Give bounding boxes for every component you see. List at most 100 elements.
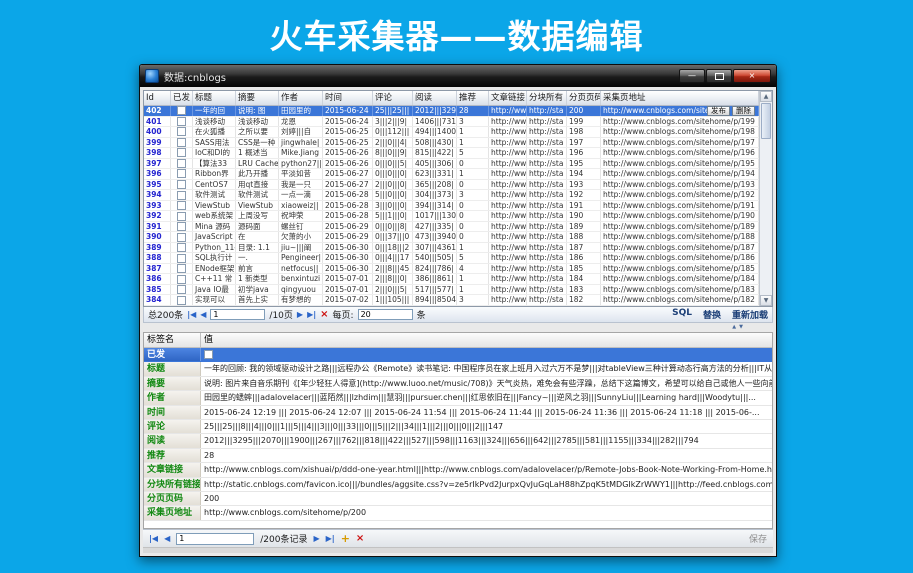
table-row[interactable]: 395 CentOS7 用qt直接 我是一只 2015-06-27 2|||0|… [144, 180, 759, 191]
first-record-icon[interactable]: |◀ [149, 534, 158, 543]
delete-record-icon[interactable]: × [356, 534, 364, 544]
published-checkbox[interactable] [177, 159, 186, 168]
close-button[interactable]: × [733, 69, 771, 83]
form-row[interactable]: 分页页码 200 [144, 492, 772, 506]
scroll-down-icon[interactable]: ▼ [760, 295, 772, 306]
published-checkbox[interactable] [177, 296, 186, 305]
table-row[interactable]: 385 Java IO最 初学java qingyuou 2015-07-01 … [144, 285, 759, 296]
form-field-value[interactable]: 2012|||3295|||2070|||1900|||267|||762|||… [201, 434, 772, 447]
published-checkbox[interactable] [177, 106, 186, 115]
reload-link[interactable]: 重新加载 [732, 308, 768, 321]
published-checkbox[interactable] [177, 169, 186, 178]
column-header-id[interactable]: Id [144, 91, 171, 105]
form-field-value[interactable]: http://www.cnblogs.com/xishuai/p/ddd-one… [201, 463, 772, 476]
table-row[interactable]: 392 web系统架 上周没写 祝坤荣 2015-06-28 5|||1|||0… [144, 211, 759, 222]
published-checkbox[interactable] [177, 222, 186, 231]
first-page-icon[interactable]: |◀ [187, 310, 196, 319]
minimize-button[interactable]: — [679, 69, 705, 83]
form-row[interactable]: 摘要 说明: 图片来自音乐期刊《[年少轻狂人得意](http://www.luo… [144, 377, 772, 391]
scroll-up-icon[interactable]: ▲ [760, 91, 772, 102]
table-row[interactable]: 397 【算法33 LRU Cache python27|| 2015-06-2… [144, 159, 759, 170]
form-field-value[interactable]: http://www.cnblogs.com/sitehome/p/200 [201, 506, 772, 519]
published-checkbox[interactable] [177, 254, 186, 263]
column-header-reads[interactable]: 阅读 [413, 91, 457, 105]
table-row[interactable]: 396 Ribbon界 此乃开播 平淡如昔 2015-06-27 0|||0||… [144, 169, 759, 180]
sql-link[interactable]: SQL [672, 308, 692, 321]
form-field-value[interactable]: 200 [201, 492, 772, 505]
form-row[interactable]: 推荐 28 [144, 449, 772, 463]
published-checkbox[interactable] [177, 264, 186, 273]
publish-button[interactable]: 发布 [707, 106, 730, 116]
column-header-page-number[interactable]: 分页页码 [567, 91, 601, 105]
table-row[interactable]: 399 SASS用法 CSS是一种 jingwhale| 2015-06-25 … [144, 138, 759, 149]
scrollbar-track[interactable] [760, 140, 772, 295]
splitter-down-icon[interactable]: ▼ [739, 324, 743, 331]
table-row[interactable]: 402 一年的回 说明: 图 田园里的 2015-06-24 25|||25||… [144, 106, 759, 117]
per-page-input[interactable] [358, 309, 413, 320]
previous-page-icon[interactable]: ◀ [200, 310, 206, 319]
column-header-collect-url[interactable]: 采集页地址 [601, 91, 759, 105]
form-field-value[interactable]: 说明: 图片来自音乐期刊《[年少轻狂人得意](http://www.luoo.n… [201, 377, 772, 390]
form-row[interactable]: 标题 一年的回顾: 我的领域驱动设计之路|||远程办公《Remote》读书笔记:… [144, 362, 772, 376]
last-page-icon[interactable]: ▶| [307, 310, 316, 319]
add-record-icon[interactable]: + [341, 534, 350, 544]
published-checkbox[interactable] [204, 350, 213, 359]
column-header-published[interactable]: 已发 [171, 91, 193, 105]
form-row[interactable]: 分块所有链接 http://static.cnblogs.com/favicon… [144, 478, 772, 492]
table-row[interactable]: 391 Mina 源码 源码面 螺丝钉 2015-06-29 0|||0|||8… [144, 222, 759, 233]
published-checkbox[interactable] [177, 117, 186, 126]
table-row[interactable]: 389 Python_11- 目录: 1.1 jiu~|||阐 2015-06-… [144, 243, 759, 254]
form-row[interactable]: 作者 田园里的蟋蟀|||adalovelacer|||蓝陌然|||lzhdim|… [144, 391, 772, 405]
published-checkbox[interactable] [177, 148, 186, 157]
column-header-summary[interactable]: 摘要 [236, 91, 279, 105]
table-row[interactable]: 386 C++11 常 1 新类型 benxintuzi 2015-07-01 … [144, 274, 759, 285]
published-checkbox[interactable] [177, 233, 186, 242]
table-row[interactable]: 398 IoC和DI的 1 概述当 Mike.Jiang 2015-06-26 … [144, 148, 759, 159]
form-field-value[interactable]: 2015-06-24 12:19 ||| 2015-06-24 12:07 ||… [201, 406, 772, 419]
column-header-title[interactable]: 标题 [193, 91, 236, 105]
column-header-author[interactable]: 作者 [279, 91, 323, 105]
published-checkbox[interactable] [177, 275, 186, 284]
form-row[interactable]: 文章链接 http://www.cnblogs.com/xishuai/p/dd… [144, 463, 772, 477]
table-row[interactable]: 384 实现可以 首先上实 有梦想的 2015-07-02 1|||105|||… [144, 295, 759, 306]
published-checkbox[interactable] [177, 212, 186, 221]
form-row-published[interactable]: 已发 [144, 348, 772, 362]
delete-row-button[interactable]: 删除 [732, 106, 755, 116]
previous-record-icon[interactable]: ◀ [164, 534, 170, 543]
form-field-value[interactable]: 田园里的蟋蟀|||adalovelacer|||蓝陌然|||lzhdim|||慧… [201, 391, 772, 404]
published-checkbox[interactable] [177, 138, 186, 147]
table-row[interactable]: 400 在火狐播 之所以要 刘婷|||自 2015-06-25 0|||112|… [144, 127, 759, 138]
table-row[interactable]: 387 ENode框架 前言 netfocus|| 2015-06-30 2||… [144, 264, 759, 275]
form-field-value[interactable]: http://static.cnblogs.com/favicon.ico|||… [201, 478, 772, 491]
published-checkbox[interactable] [177, 201, 186, 210]
published-checkbox[interactable] [177, 127, 186, 136]
form-field-value[interactable]: 25|||25|||8|||4|||0|||1|||5|||4|||3|||0|… [201, 420, 772, 433]
save-button[interactable]: 保存 [749, 532, 767, 545]
column-header-recommend[interactable]: 推荐 [457, 91, 489, 105]
grid-vertical-scrollbar[interactable]: ▲ ▼ [759, 91, 772, 306]
table-row[interactable]: 394 软件测试 软件测试 一点一滴 2015-06-28 5|||0|||0|… [144, 190, 759, 201]
published-checkbox[interactable] [177, 180, 186, 189]
column-header-article-link[interactable]: 文章链接 [489, 91, 527, 105]
record-number-input[interactable] [176, 533, 254, 545]
published-checkbox[interactable] [177, 243, 186, 252]
published-checkbox[interactable] [177, 191, 186, 200]
page-number-input[interactable] [210, 309, 265, 320]
column-header-block-links[interactable]: 分块所有 [527, 91, 567, 105]
column-header-comments[interactable]: 评论 [373, 91, 413, 105]
form-field-value[interactable]: 28 [201, 449, 772, 462]
form-row[interactable]: 评论 25|||25|||8|||4|||0|||1|||5|||4|||3||… [144, 420, 772, 434]
form-row[interactable]: 阅读 2012|||3295|||2070|||1900|||267|||762… [144, 434, 772, 448]
splitter-up-icon[interactable]: ▲ [732, 324, 736, 331]
replace-link[interactable]: 替换 [703, 308, 721, 321]
table-row[interactable]: 393 ViewStub ViewStub xiaoweiz|| 2015-06… [144, 201, 759, 212]
close-pager-icon[interactable]: × [320, 310, 328, 320]
scrollbar-thumb[interactable] [761, 103, 771, 139]
published-checkbox[interactable] [177, 285, 186, 294]
table-row[interactable]: 388 SQL执行计 一. Pengineer| 2015-06-30 0|||… [144, 253, 759, 264]
next-page-icon[interactable]: ▶ [297, 310, 303, 319]
form-field-value[interactable]: 一年的回顾: 我的领域驱动设计之路|||远程办公《Remote》读书笔记: 中国… [201, 362, 772, 375]
last-record-icon[interactable]: ▶| [326, 534, 335, 543]
table-row[interactable]: 390 JavaScript 在 欠萧的小 2015-06-29 0|||37|… [144, 232, 759, 243]
form-row[interactable]: 采集页地址 http://www.cnblogs.com/sitehome/p/… [144, 506, 772, 520]
